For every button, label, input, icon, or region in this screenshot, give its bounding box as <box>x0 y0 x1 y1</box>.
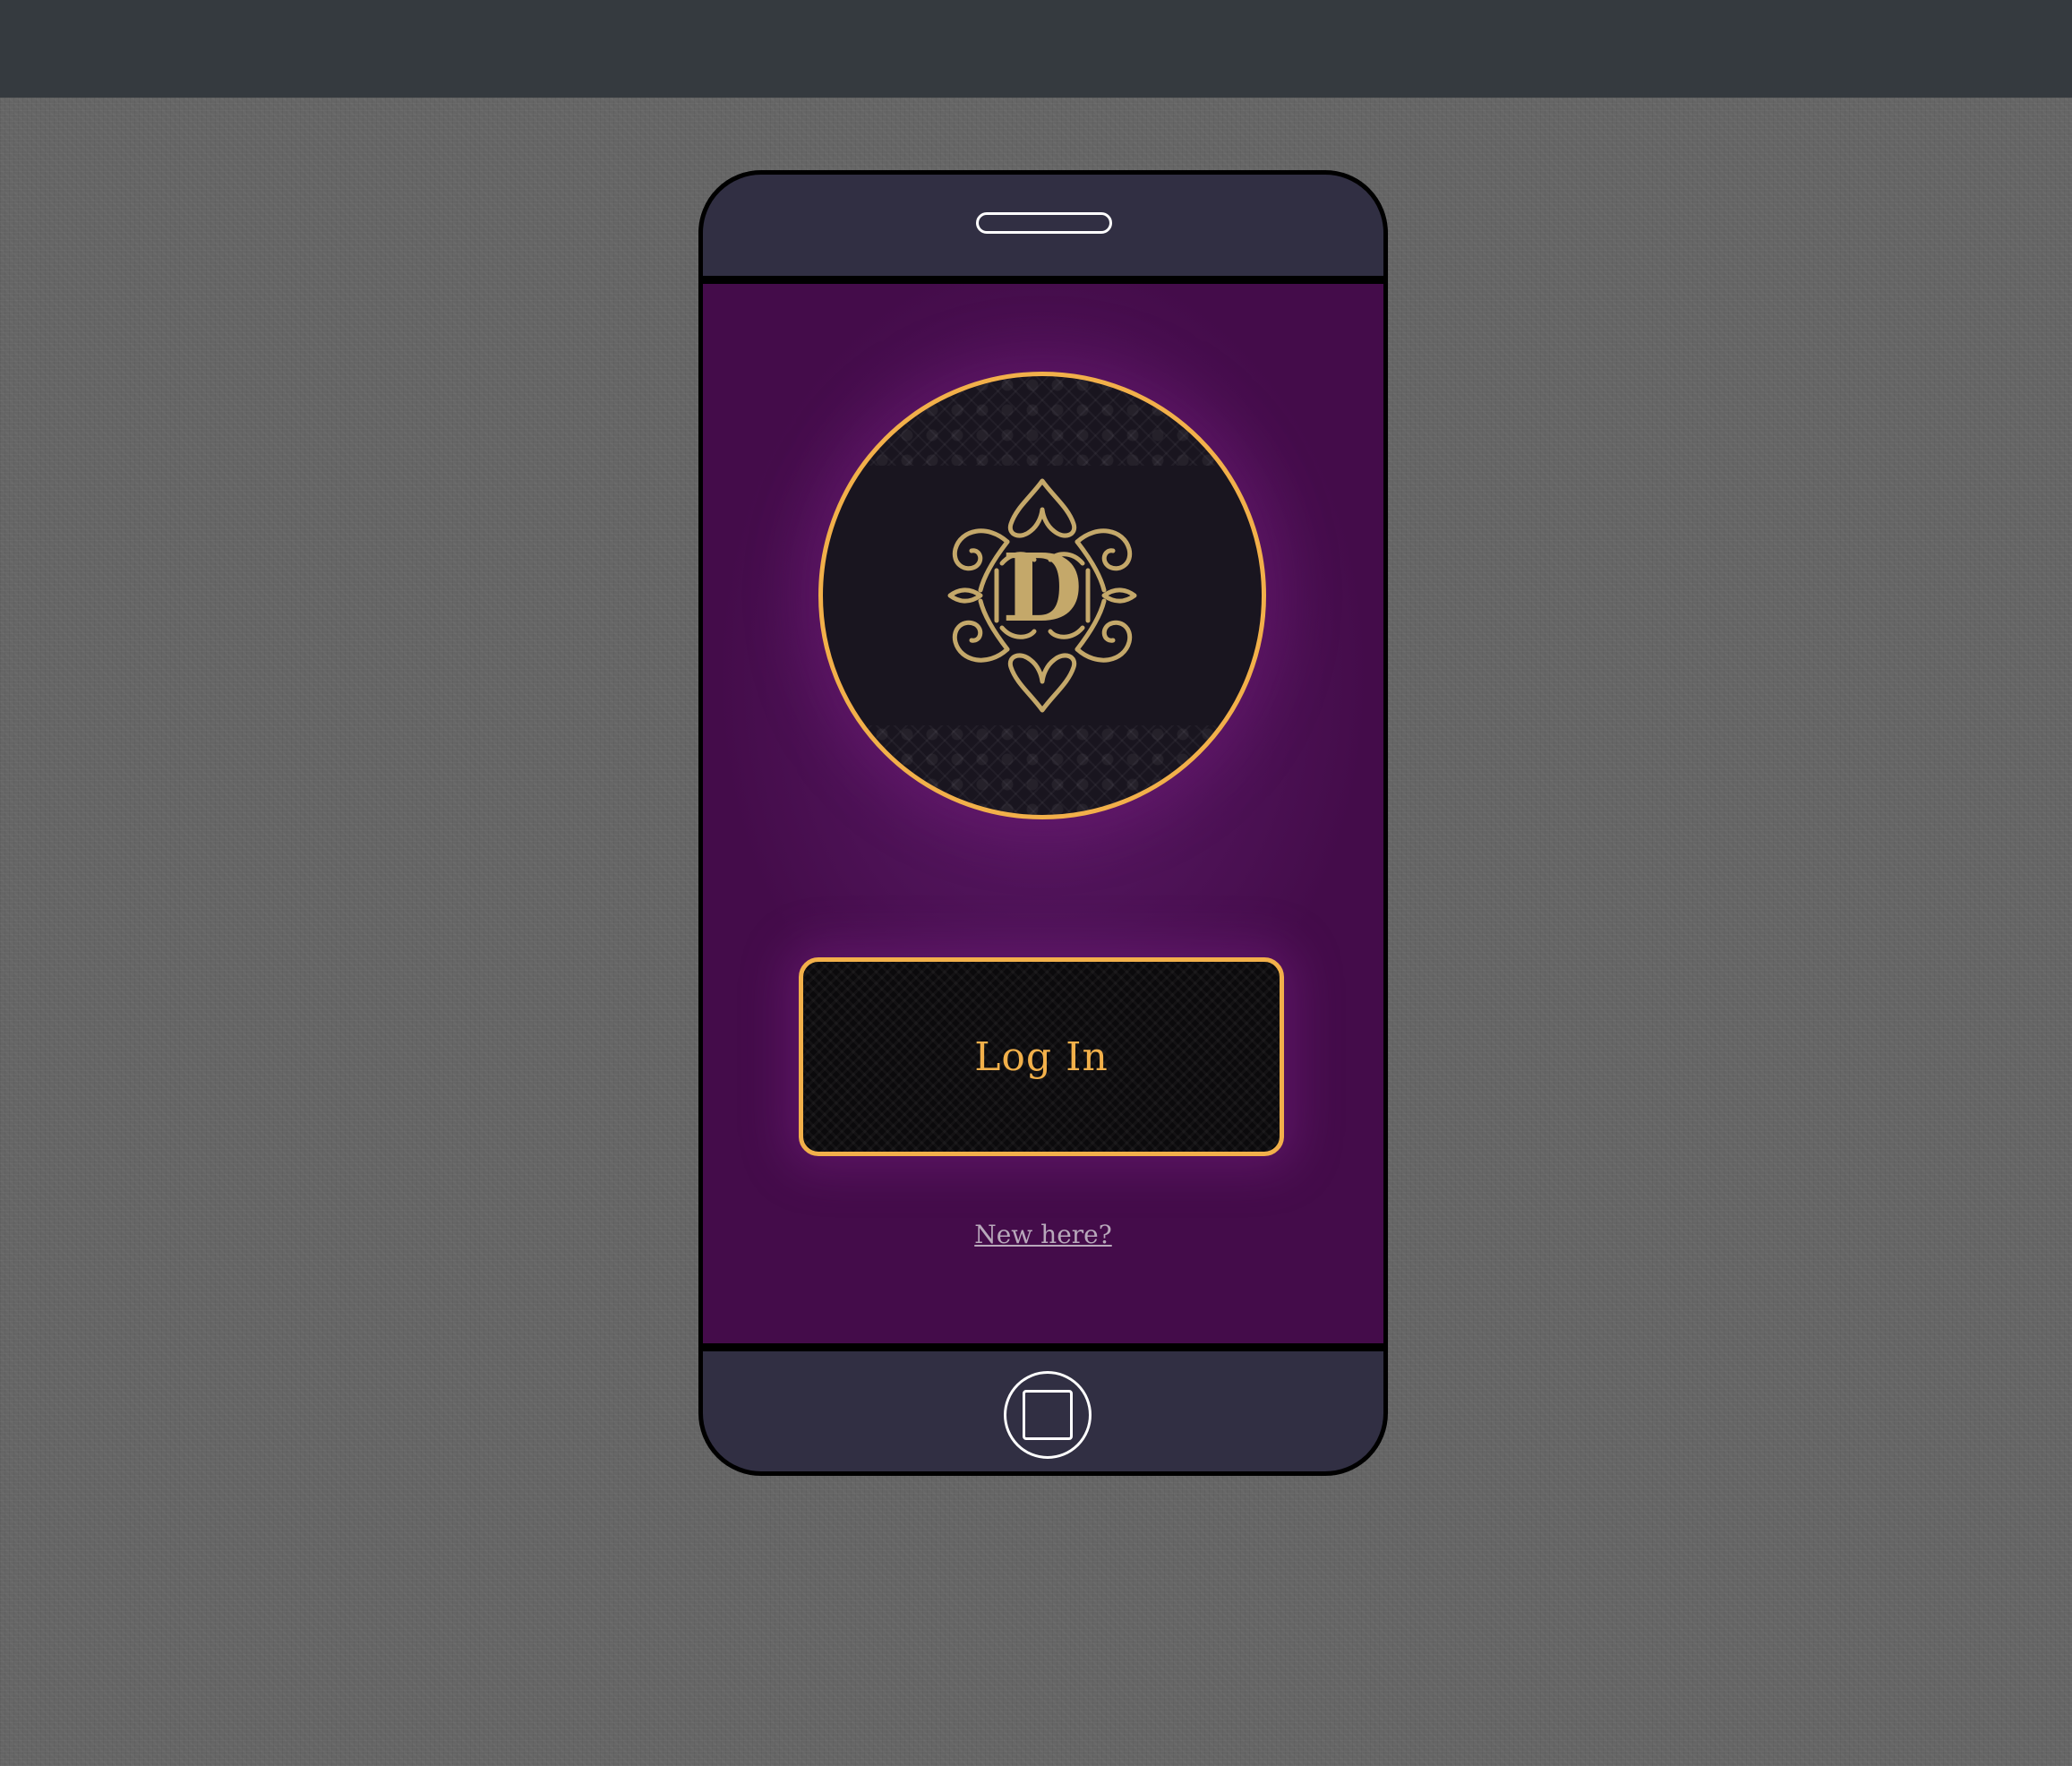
phone-mockup: D Log In New here? <box>698 170 1388 1476</box>
home-button-icon[interactable] <box>1004 1371 1092 1459</box>
app-screen: D Log In New here? <box>703 276 1383 1351</box>
logo-monogram: D <box>1002 533 1083 643</box>
logo-pattern-bottom <box>823 725 1262 815</box>
login-button[interactable]: Log In <box>799 957 1284 1156</box>
logo-badge: D <box>818 372 1266 819</box>
home-square-icon <box>1023 1390 1073 1440</box>
ornamental-monogram-logo-icon: D <box>947 478 1137 713</box>
top-bar <box>0 0 2072 98</box>
login-button-label: Log In <box>974 1033 1109 1080</box>
speaker-slot-icon <box>976 212 1112 234</box>
new-here-link[interactable]: New here? <box>703 1220 1383 1249</box>
logo-pattern-top <box>823 376 1262 466</box>
